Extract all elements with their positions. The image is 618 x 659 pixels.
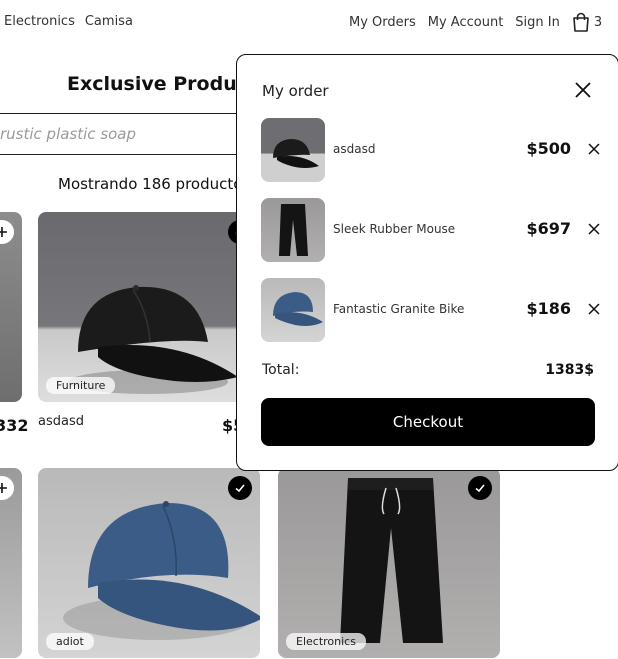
order-item: asdasd $500 (261, 118, 601, 182)
order-item-thumbnail (261, 118, 325, 182)
check-icon (475, 484, 485, 493)
add-to-cart-button[interactable] (0, 476, 14, 500)
cart-count: 3 (593, 14, 603, 30)
order-item-name: Fantastic Granite Bike (333, 302, 465, 316)
product-category-badge: adiot (46, 633, 94, 650)
nav-my-account[interactable]: My Account (428, 15, 504, 30)
product-card-image[interactable]: Furniture (38, 212, 260, 402)
order-item: Sleek Rubber Mouse $697 (261, 198, 601, 262)
product-photo-cap-black (68, 285, 238, 394)
selected-check-button[interactable] (228, 476, 252, 500)
product-photo-cap-blue (63, 501, 260, 640)
category-nav: Electronics Camisa (4, 14, 133, 29)
product-photo-cap-black (273, 139, 319, 168)
product-category-badge: Electronics (286, 633, 366, 650)
product-card-image[interactable]: adiot (38, 468, 260, 658)
account-nav: My Orders My Account Sign In 3 (349, 12, 602, 32)
order-item-name: asdasd (333, 142, 376, 156)
product-card-image[interactable]: Electronics (278, 468, 500, 658)
plus-icon (0, 227, 7, 237)
search-input[interactable] (0, 114, 249, 154)
order-panel: My order asdasd $500 Sleek Rubber Mouse … (236, 54, 618, 471)
order-item: Fantastic Granite Bike $186 (261, 278, 601, 342)
cart-button[interactable]: 3 (572, 12, 602, 32)
order-item-thumbnail (261, 198, 325, 262)
product-card-image[interactable] (0, 212, 22, 402)
order-item-price: $500 (526, 139, 571, 158)
plus-icon (0, 483, 7, 493)
remove-icon[interactable] (587, 222, 601, 236)
product-name: asdasd (38, 414, 84, 429)
nav-category-camisa[interactable]: Camisa (85, 14, 133, 29)
product-photo-cap-blue (273, 292, 323, 326)
product-category-badge: Furniture (46, 377, 116, 394)
remove-icon[interactable] (587, 302, 601, 316)
product-price: $332 (0, 416, 29, 435)
order-item-thumbnail (261, 278, 325, 342)
order-item-name: Sleek Rubber Mouse (333, 222, 456, 236)
shopping-bag-icon (573, 12, 589, 32)
close-icon[interactable] (573, 80, 593, 100)
order-total-value: 1383$ (545, 362, 594, 378)
product-photo-sweatpants (279, 204, 308, 256)
order-item-price: $186 (526, 299, 571, 318)
remove-icon[interactable] (587, 142, 601, 156)
results-count: Mostrando 186 productos (58, 175, 251, 193)
nav-category-electronics[interactable]: Electronics (4, 14, 75, 29)
nav-my-orders[interactable]: My Orders (349, 15, 416, 30)
nav-sign-in[interactable]: Sign In (515, 15, 560, 30)
checkout-button[interactable]: Checkout (261, 398, 595, 446)
order-item-price: $697 (526, 219, 571, 238)
selected-check-button[interactable] (468, 476, 492, 500)
product-photo-sweatpants (340, 478, 443, 643)
product-card-image[interactable] (0, 468, 22, 658)
order-total-label: Total: (262, 362, 300, 378)
order-title: My order (262, 82, 329, 100)
add-to-cart-button[interactable] (0, 220, 14, 244)
search-box (0, 113, 250, 155)
check-icon (235, 484, 245, 493)
